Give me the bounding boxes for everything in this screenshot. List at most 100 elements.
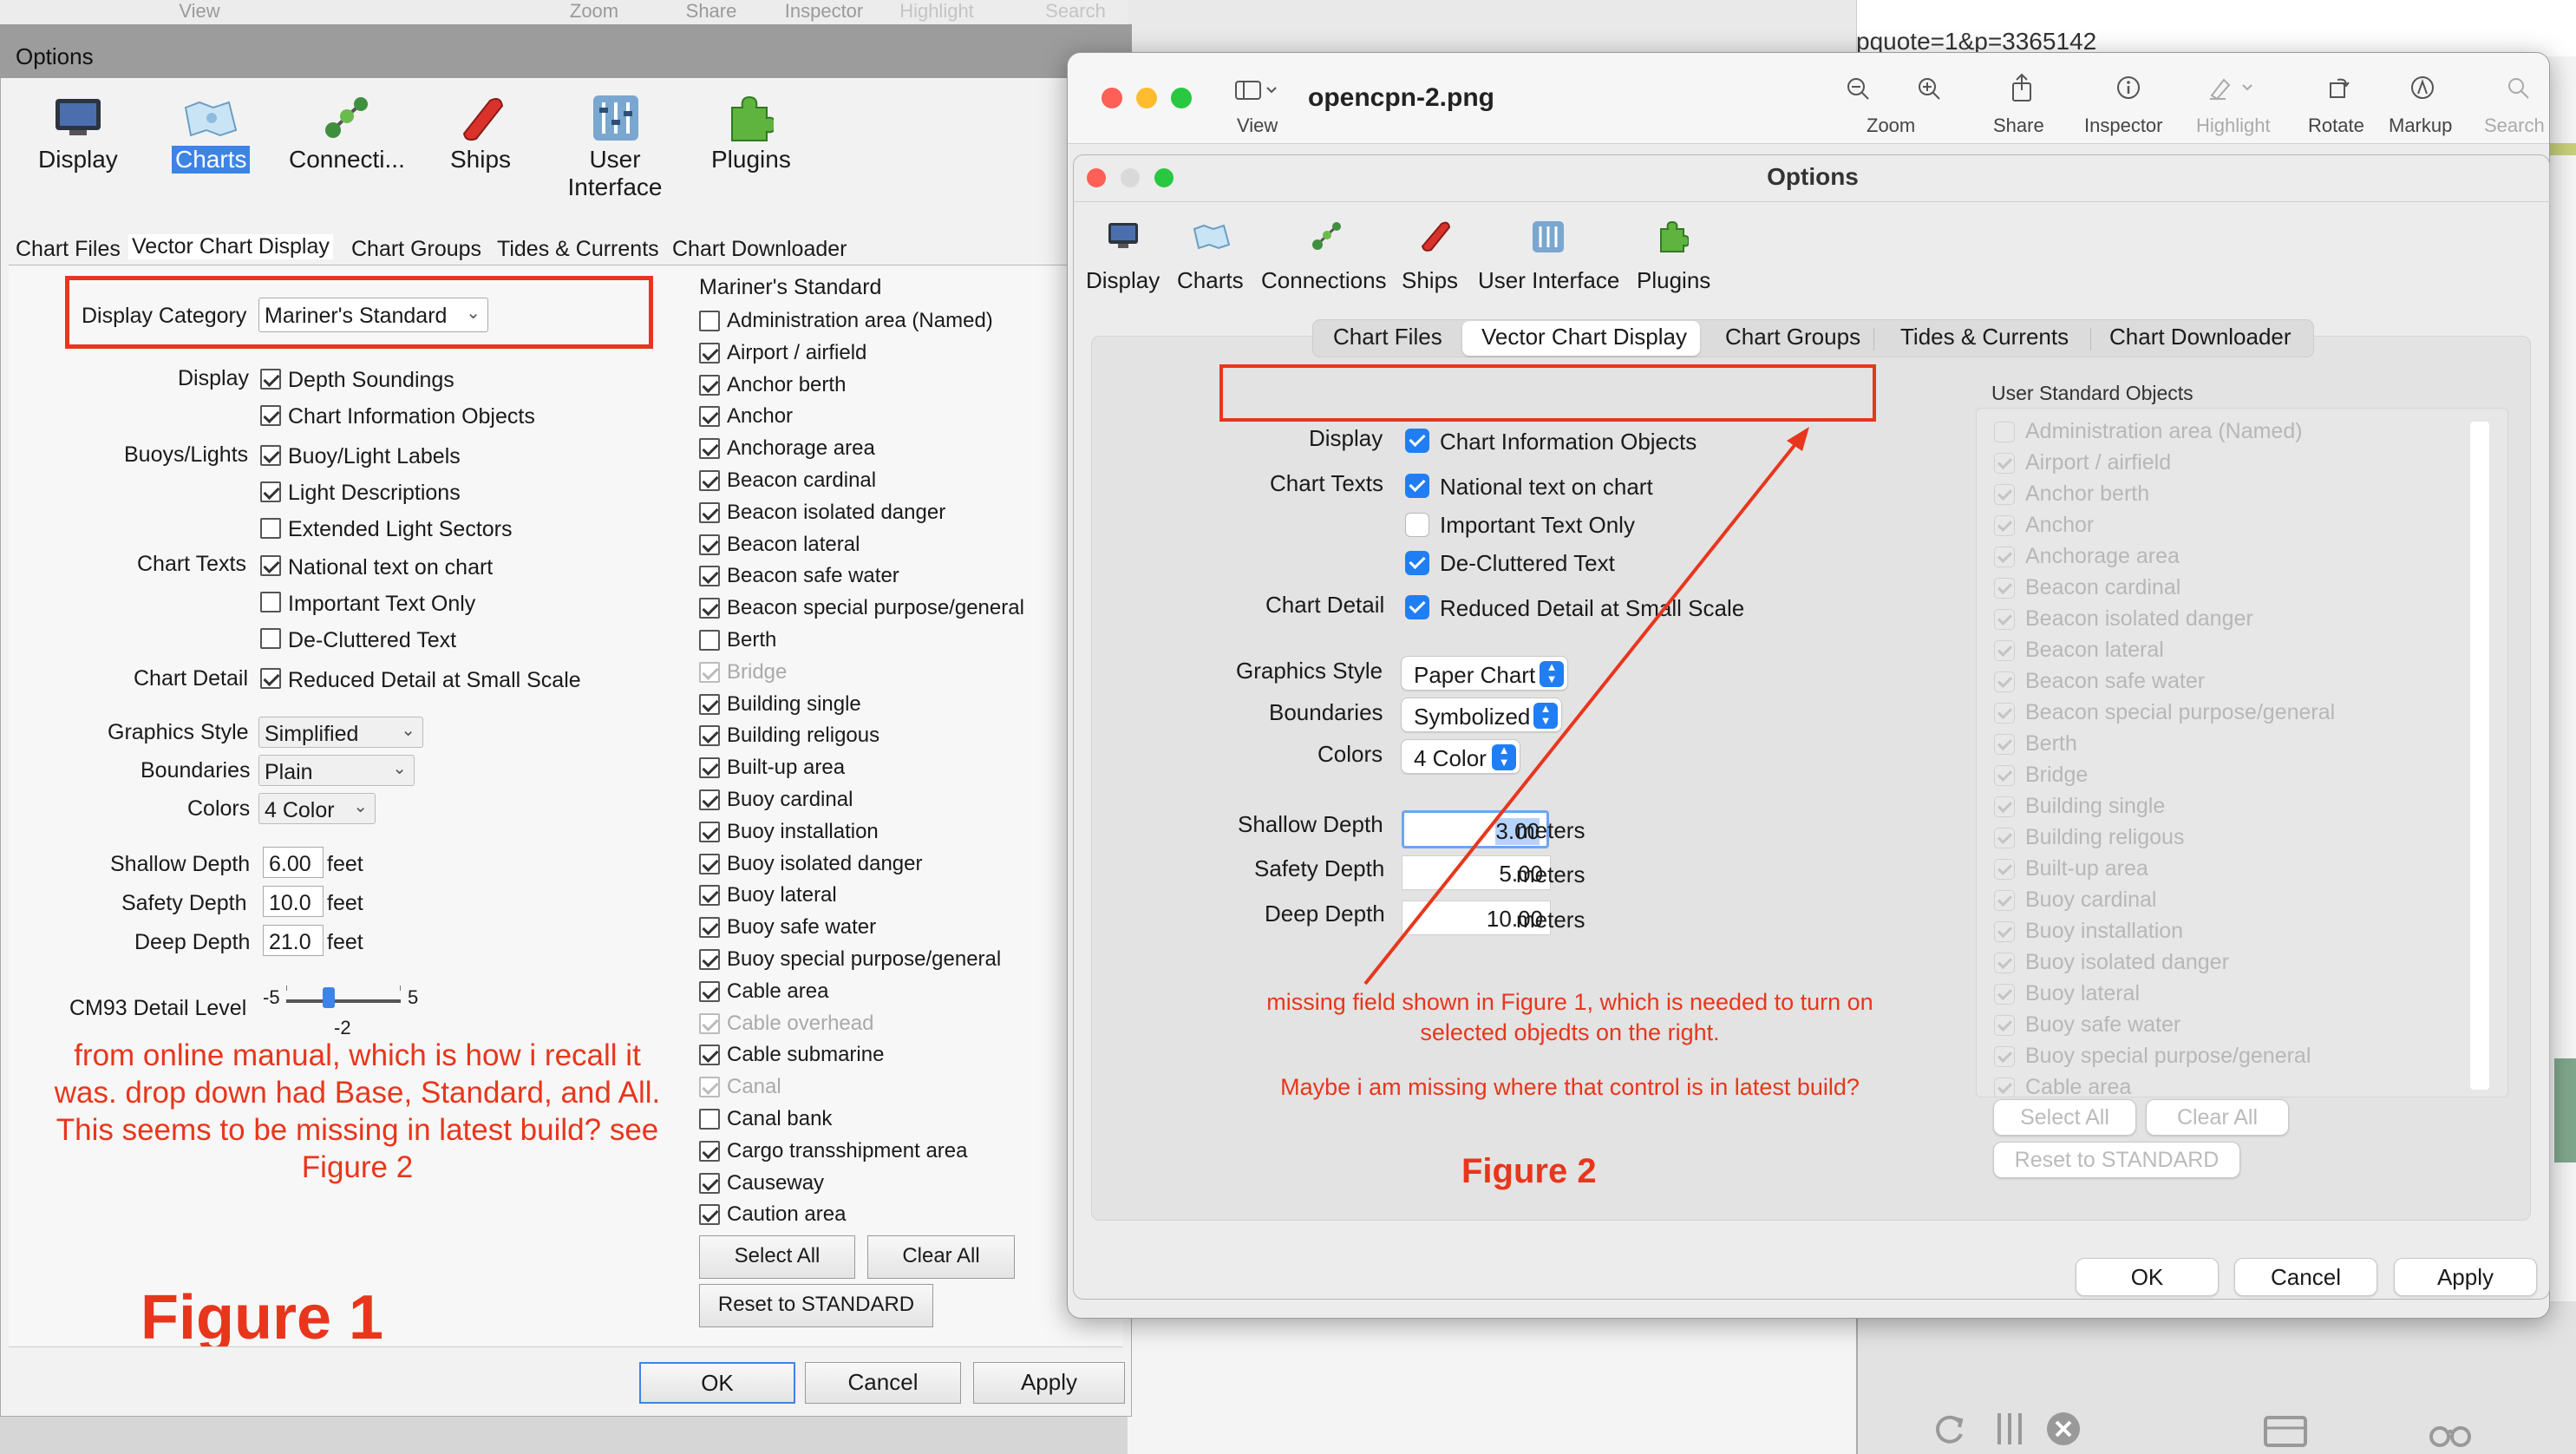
list-item[interactable]: Cable area bbox=[699, 978, 1055, 1007]
fig1-cm93-slider-track[interactable] bbox=[286, 999, 401, 1003]
fig2-tab-vector-chart-display[interactable]: Vector Chart Display bbox=[1481, 324, 1687, 350]
list-item[interactable]: Beacon lateral bbox=[1994, 636, 2462, 665]
list-item-checkbox[interactable] bbox=[1994, 953, 2015, 973]
fig1-tab-tides-currents[interactable]: Tides & Currents bbox=[497, 237, 659, 262]
fig1-extended-light-sectors-checkbox[interactable] bbox=[260, 518, 281, 539]
fig2-toolbar-display[interactable]: Display bbox=[1084, 217, 1167, 299]
list-item[interactable]: Anchor berth bbox=[699, 371, 1055, 401]
list-item-checkbox[interactable] bbox=[1994, 609, 2015, 630]
list-item[interactable]: Cargo transshipment area bbox=[699, 1137, 1055, 1167]
list-item-checkbox[interactable] bbox=[699, 406, 720, 428]
fig1-tab-chart-groups[interactable]: Chart Groups bbox=[351, 237, 481, 262]
list-item-checkbox[interactable] bbox=[699, 821, 720, 842]
fig1-select-all-button[interactable]: Select All bbox=[699, 1235, 855, 1279]
list-item-checkbox[interactable] bbox=[699, 630, 720, 651]
list-item[interactable]: Built-up area bbox=[1994, 855, 2462, 884]
list-item-checkbox[interactable] bbox=[1994, 1077, 2015, 1097]
fig1-chart-info-checkbox[interactable] bbox=[260, 405, 281, 426]
fig1-important-text-checkbox[interactable] bbox=[260, 592, 281, 612]
fig1-toolbar-plugins[interactable]: Plugins bbox=[703, 87, 798, 191]
fig1-cm93-slider-thumb[interactable] bbox=[323, 987, 335, 1008]
list-item[interactable]: Buoy cardinal bbox=[699, 786, 1055, 815]
fig1-national-text-checkbox[interactable] bbox=[260, 555, 281, 576]
list-item-checkbox[interactable] bbox=[1994, 890, 2015, 911]
fig1-graphics-style-select[interactable]: Simplified ⌄ bbox=[258, 717, 423, 748]
fig1-light-descriptions-checkbox[interactable] bbox=[260, 481, 281, 502]
list-item-checkbox[interactable] bbox=[699, 853, 720, 874]
list-item[interactable]: Beacon special purpose/general bbox=[699, 594, 1055, 624]
list-item-checkbox[interactable] bbox=[699, 1204, 720, 1226]
list-item-checkbox[interactable] bbox=[1994, 547, 2015, 567]
list-item-checkbox[interactable] bbox=[1994, 921, 2015, 942]
fig2-tab-tides-currents[interactable]: Tides & Currents bbox=[1900, 324, 2069, 350]
list-item[interactable]: Bridge bbox=[1994, 761, 2462, 790]
list-item-checkbox[interactable] bbox=[1994, 984, 2015, 1005]
list-item-checkbox[interactable] bbox=[699, 534, 720, 555]
fig1-tab-chart-files[interactable]: Chart Files bbox=[16, 237, 121, 262]
fig2-toolbar-charts[interactable]: Charts bbox=[1175, 217, 1253, 299]
fig1-colors-select[interactable]: 4 Color ⌄ bbox=[258, 793, 376, 824]
list-item[interactable]: Building single bbox=[699, 691, 1055, 720]
fig1-reset-button[interactable]: Reset to STANDARD bbox=[699, 1284, 933, 1327]
fig2-apply-button[interactable]: Apply bbox=[2394, 1258, 2537, 1296]
list-item[interactable]: Anchorage area bbox=[699, 435, 1055, 464]
list-item[interactable]: Cable area bbox=[1994, 1073, 2462, 1097]
list-item[interactable]: Buoy safe water bbox=[699, 914, 1055, 943]
list-item-checkbox[interactable] bbox=[699, 757, 720, 779]
list-item-checkbox[interactable] bbox=[699, 885, 720, 907]
list-item-checkbox[interactable] bbox=[699, 1077, 720, 1098]
list-item[interactable]: Buoy lateral bbox=[699, 881, 1055, 911]
fig1-toolbar-user-interface[interactable]: User Interface bbox=[555, 87, 677, 208]
fig1-safety-depth-input[interactable]: 10.0 bbox=[263, 886, 324, 917]
list-item-checkbox[interactable] bbox=[1994, 1015, 2015, 1036]
fig2-dialog-close[interactable] bbox=[1087, 168, 1106, 187]
list-item[interactable]: Airport / airfield bbox=[1994, 449, 2462, 478]
list-item-checkbox[interactable] bbox=[699, 470, 720, 491]
list-item[interactable]: Buoy installation bbox=[1994, 917, 2462, 946]
list-item-checkbox[interactable] bbox=[1994, 453, 2015, 474]
list-item-checkbox[interactable] bbox=[699, 566, 720, 587]
fig1-decluttered-text-checkbox[interactable] bbox=[260, 628, 281, 649]
fig2-dialog-maximize[interactable] bbox=[1154, 168, 1174, 187]
list-item[interactable]: Beacon cardinal bbox=[699, 467, 1055, 496]
list-item[interactable]: Buoy installation bbox=[699, 818, 1055, 848]
fig2-zoom-group[interactable]: Zoom bbox=[1839, 73, 1952, 136]
fig1-buoy-light-labels-checkbox[interactable] bbox=[260, 445, 281, 466]
list-item-checkbox[interactable] bbox=[699, 1140, 720, 1162]
fig1-ok-button[interactable]: OK bbox=[639, 1362, 795, 1404]
fig1-toolbar-display[interactable]: Display bbox=[26, 87, 130, 191]
list-item[interactable]: Buoy isolated danger bbox=[1994, 948, 2462, 978]
close-button[interactable] bbox=[1102, 88, 1122, 108]
list-item[interactable]: Beacon special purpose/general bbox=[1994, 698, 2462, 728]
list-item-checkbox[interactable] bbox=[699, 725, 720, 747]
fig2-search-button[interactable]: Search bbox=[2481, 73, 2559, 136]
fig2-toolbar-ships[interactable]: Ships bbox=[1398, 217, 1468, 299]
fig2-ok-button[interactable]: OK bbox=[2076, 1258, 2219, 1296]
list-item[interactable]: Berth bbox=[1994, 730, 2462, 759]
list-item-checkbox[interactable] bbox=[1994, 828, 2015, 848]
list-item-checkbox[interactable] bbox=[699, 789, 720, 810]
list-item[interactable]: Buoy special purpose/general bbox=[1994, 1042, 2462, 1071]
fig1-reduced-detail-checkbox[interactable] bbox=[260, 668, 281, 689]
list-item[interactable]: Beacon isolated danger bbox=[1994, 605, 2462, 634]
list-item[interactable]: Canal bbox=[699, 1073, 1055, 1103]
fig2-toolbar-connections[interactable]: Connections bbox=[1259, 217, 1389, 299]
fig2-toolbar-plugins[interactable]: Plugins bbox=[1635, 217, 1722, 299]
list-item-checkbox[interactable] bbox=[1994, 765, 2015, 786]
fig2-reset-button[interactable]: Reset to STANDARD bbox=[1993, 1142, 2240, 1178]
list-item-checkbox[interactable] bbox=[699, 917, 720, 939]
list-item-checkbox[interactable] bbox=[699, 438, 720, 460]
minimize-button[interactable] bbox=[1136, 88, 1157, 108]
list-item-checkbox[interactable] bbox=[699, 1012, 720, 1034]
list-item[interactable]: Buoy lateral bbox=[1994, 979, 2462, 1009]
list-item-checkbox[interactable] bbox=[1994, 578, 2015, 599]
list-item[interactable]: Beacon isolated danger bbox=[699, 499, 1055, 528]
fig1-cancel-button[interactable]: Cancel bbox=[805, 1362, 961, 1404]
list-item[interactable]: Beacon safe water bbox=[699, 562, 1055, 592]
list-item-checkbox[interactable] bbox=[699, 1109, 720, 1130]
list-item[interactable]: Building religous bbox=[1994, 823, 2462, 853]
list-item[interactable]: Anchor bbox=[1994, 511, 2462, 540]
list-item[interactable]: Buoy isolated danger bbox=[699, 850, 1055, 880]
sidebar-toggle-icon[interactable] bbox=[1234, 78, 1279, 102]
fig1-deep-depth-input[interactable]: 21.0 bbox=[263, 925, 324, 956]
